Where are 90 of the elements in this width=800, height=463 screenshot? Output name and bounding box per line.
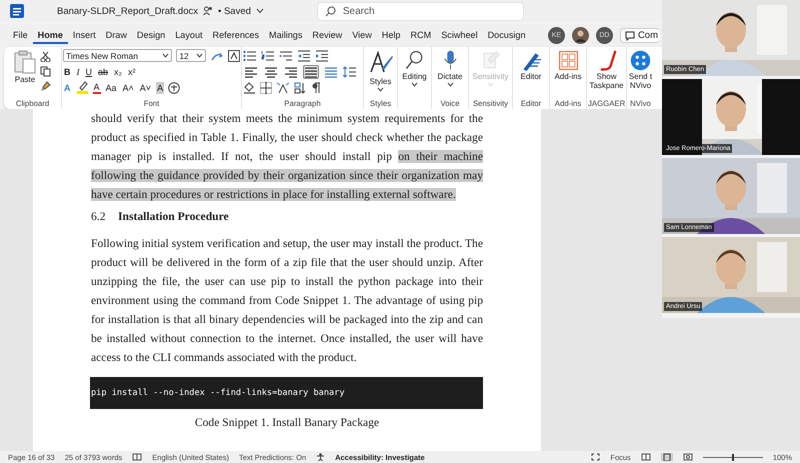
copy-icon[interactable] <box>40 66 51 77</box>
nvivo-button[interactable]: Send t NVivo <box>628 49 653 98</box>
character-shading-button[interactable]: A <box>156 82 164 94</box>
ribbon-tab[interactable]: Layout <box>170 27 208 44</box>
shading-icon[interactable] <box>243 81 256 94</box>
alignment-button[interactable] <box>303 64 319 78</box>
font-size-field[interactable]: 12 <box>176 49 206 62</box>
alignment-button[interactable] <box>283 64 299 78</box>
alignment-button[interactable] <box>243 64 259 78</box>
format-button[interactable]: U <box>84 66 93 78</box>
increase-indent-icon[interactable] <box>315 50 329 62</box>
grid-squares-icon <box>558 50 578 71</box>
shrink-font-button[interactable]: A˅ <box>138 82 152 94</box>
paragraph: should verify that their system meets the minimum system requirements for the product as specified in Table 1. Finally, the user should check whether the package manager pip is installed. If not, the user should install pip on their machine following the guidance provided by their organization since their organization may have certain procedures or restrictions in place for installing external software. <box>91 111 483 203</box>
avatar[interactable] <box>572 27 589 44</box>
scissors-icon[interactable] <box>40 51 51 62</box>
caret-icon[interactable] <box>256 8 264 14</box>
addins-button[interactable]: Add-ins <box>554 49 582 98</box>
clear-format-icon[interactable] <box>228 50 240 62</box>
format-button[interactable]: I <box>76 66 80 78</box>
paintbrush-icon[interactable] <box>40 81 51 92</box>
read-mode-icon[interactable] <box>640 453 651 461</box>
caption: Code Snippet 1. Install Banary Package <box>194 415 380 431</box>
enclosed-character-icon[interactable] <box>168 82 180 94</box>
caret-icon <box>446 82 454 87</box>
search-icon <box>324 6 336 16</box>
decrease-indent-icon[interactable] <box>297 50 311 62</box>
pilcrow-icon[interactable] <box>311 82 321 94</box>
clipboard-icon <box>14 50 36 74</box>
web-layout-icon[interactable] <box>682 453 693 461</box>
change-case-button[interactable]: Aa <box>104 82 118 94</box>
grow-font-button[interactable]: A˄ <box>122 82 135 94</box>
editor-button[interactable]: Editor <box>520 49 542 98</box>
ribbon-tab[interactable]: Mailings <box>264 27 308 44</box>
format-button[interactable]: ab <box>97 66 110 78</box>
ribbon-tab[interactable]: Help <box>376 27 406 44</box>
ribbon-tab[interactable]: Design <box>132 27 170 44</box>
text-effects-button[interactable]: A <box>63 82 72 94</box>
ribbon-tab[interactable]: Insert <box>68 27 101 44</box>
numbering-icon[interactable] <box>261 50 275 62</box>
magnifier-icon <box>404 50 425 71</box>
save-status[interactable]: • Saved <box>218 6 251 16</box>
alignment-button[interactable] <box>263 64 279 78</box>
print-layout-icon[interactable] <box>660 453 673 461</box>
highlighter-icon[interactable] <box>76 81 88 94</box>
taskpane-button[interactable]: Show Taskpane <box>588 49 625 98</box>
section-heading: Installation Procedure <box>118 209 229 225</box>
caret-icon <box>411 82 418 87</box>
sort-icon[interactable] <box>294 82 307 94</box>
caret-icon <box>377 87 384 92</box>
heading-number: 6.2 <box>91 209 106 225</box>
code-block: pip install --no-index --find-links=banary banary <box>90 377 483 409</box>
multilevel-list-icon[interactable] <box>279 50 293 62</box>
line-spacing-icon[interactable] <box>343 66 357 78</box>
search-field[interactable]: Search <box>316 2 524 20</box>
bullets-icon[interactable] <box>243 50 257 62</box>
paragraph: Following initial system verification and setup, the user may install the product. The product will be delivered in the form of a zip file that the user should unzip. After unzipping the file, the user can use pip to install the python package into their environment using the command from Code Snippet 1. The advantage of using pip for installation is that all binary dependencies will be packaged into the zip and can be installed without connection to the internet. Once installed, the user will have access to the CLI commands associated with the product. <box>91 236 483 366</box>
ribbon-tab[interactable]: Sciwheel <box>436 27 483 44</box>
dotted-circle-icon <box>630 50 651 71</box>
word-logo-icon <box>10 4 24 18</box>
borders-icon[interactable] <box>260 82 272 94</box>
format-button[interactable]: B <box>63 66 72 78</box>
comment-icon <box>624 30 635 40</box>
font-color-button[interactable]: A <box>92 82 101 94</box>
ribbon-tab[interactable]: Review <box>307 27 348 44</box>
ribbon-tab[interactable]: File <box>8 27 33 44</box>
caret-icon <box>196 53 204 58</box>
ribbon-tab[interactable]: Home <box>32 27 68 44</box>
comments-button[interactable]: Com <box>620 28 660 43</box>
people-icon <box>202 6 213 16</box>
ribbon-tab[interactable]: RCM <box>405 27 436 44</box>
zoom-slider-thumb[interactable] <box>732 454 734 460</box>
format-button[interactable]: x² <box>127 66 137 78</box>
ribbon-tab[interactable]: Draw <box>100 27 132 44</box>
format-button[interactable]: x₂ <box>113 66 124 78</box>
focus-icon[interactable] <box>591 453 600 461</box>
caret-icon <box>486 82 494 87</box>
book-icon[interactable] <box>132 453 142 461</box>
caret-icon <box>162 53 170 58</box>
dictate-button[interactable]: Dictate <box>438 49 462 98</box>
paste-button[interactable]: Paste <box>14 49 36 98</box>
ribbon-tab[interactable]: View <box>347 27 377 44</box>
styles-button[interactable]: Styles <box>368 49 394 98</box>
ribbon-tab[interactable]: References <box>208 27 264 44</box>
spacing-arrows-icon[interactable] <box>276 82 290 94</box>
ribbon-tab[interactable]: Docusign <box>482 27 531 44</box>
editing-button[interactable]: Editing <box>402 49 427 109</box>
accessibility-icon[interactable] <box>316 453 326 461</box>
font-name-field[interactable]: Times New Roman <box>63 49 172 62</box>
document-title: Banary-SLDR_Report_Draft.docx <box>57 6 198 16</box>
